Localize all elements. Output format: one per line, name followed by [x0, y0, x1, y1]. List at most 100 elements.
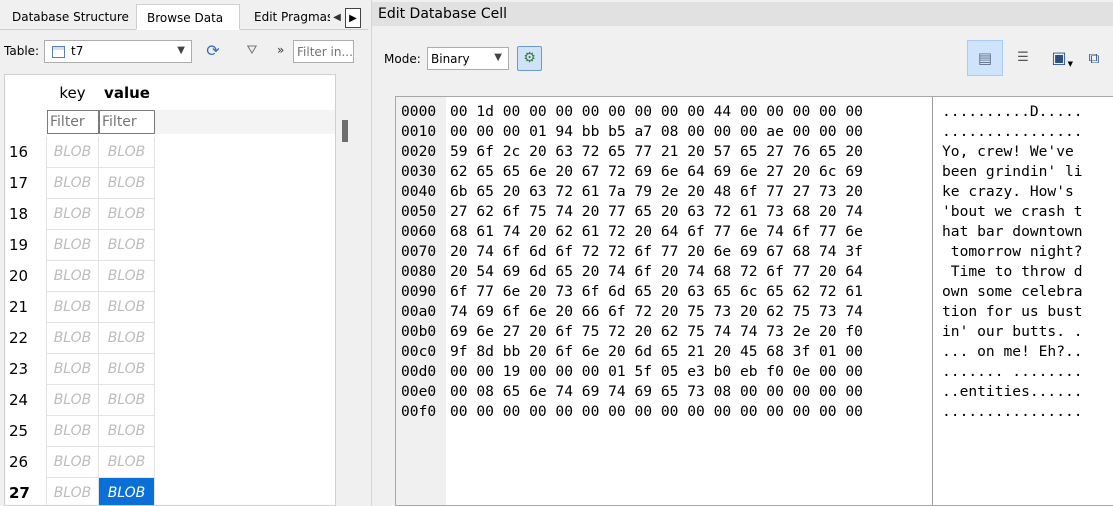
column-header-key[interactable]: key: [46, 79, 99, 107]
value-cell[interactable]: BLOB: [99, 168, 155, 199]
key-cell[interactable]: BLOB: [46, 261, 99, 292]
hex-bytes-line[interactable]: 27 62 6f 75 74 20 77 65 20 63 72 61 73 6…: [450, 202, 863, 222]
row-number[interactable]: 24: [5, 385, 46, 416]
value-cell[interactable]: BLOB: [99, 261, 155, 292]
value-cell[interactable]: BLOB: [99, 199, 155, 230]
value-cell[interactable]: BLOB: [99, 230, 155, 261]
column-header-value[interactable]: value: [99, 79, 155, 107]
hex-ascii-line[interactable]: ................: [942, 402, 1083, 422]
value-column-filter[interactable]: [99, 110, 155, 134]
table-row[interactable]: 18 BLOB BLOB: [5, 199, 335, 230]
hex-ascii-line[interactable]: ................: [942, 122, 1083, 142]
hex-ascii-line[interactable]: ke crazy. How's: [942, 182, 1083, 202]
hex-bytes-line[interactable]: 6b 65 20 63 72 61 7a 79 2e 20 48 6f 77 2…: [450, 182, 863, 202]
key-column-filter[interactable]: [47, 110, 99, 134]
row-number[interactable]: 19: [5, 230, 46, 261]
table-row[interactable]: 26 BLOB BLOB: [5, 447, 335, 478]
hex-ascii-line[interactable]: ....... ........: [942, 362, 1083, 382]
mode-select[interactable]: Binary ▼: [427, 47, 509, 70]
table-row[interactable]: 23 BLOB BLOB: [5, 354, 335, 385]
hex-bytes-line[interactable]: 00 1d 00 00 00 00 00 00 00 00 44 00 00 0…: [450, 102, 863, 122]
grid-vertical-scrollbar[interactable]: [336, 74, 356, 506]
key-cell[interactable]: BLOB: [46, 416, 99, 447]
hex-ascii-line[interactable]: ..........D.....: [942, 102, 1083, 122]
word-wrap-icon[interactable]: ☰: [1013, 48, 1033, 68]
row-number[interactable]: 20: [5, 261, 46, 292]
tab-scroll-left-icon[interactable]: ◀: [329, 8, 345, 28]
auto-switch-mode-icon[interactable]: ⚙: [517, 46, 542, 71]
row-number[interactable]: 21: [5, 292, 46, 323]
hex-bytes-line[interactable]: 62 65 65 6e 20 67 72 69 6e 64 69 6e 27 2…: [450, 162, 863, 182]
row-number[interactable]: 17: [5, 168, 46, 199]
hex-bytes-line[interactable]: 20 74 6f 6d 6f 72 72 6f 77 20 6e 69 67 6…: [450, 242, 863, 262]
table-row[interactable]: 27 BLOB BLOB: [5, 478, 335, 505]
key-cell[interactable]: BLOB: [46, 199, 99, 230]
value-cell[interactable]: BLOB: [99, 292, 155, 323]
tab-browse-data[interactable]: Browse Data: [136, 4, 240, 30]
value-cell[interactable]: BLOB: [99, 137, 155, 168]
row-number[interactable]: 16: [5, 137, 46, 168]
hex-bytes-line[interactable]: 00 00 00 00 00 00 00 00 00 00 00 00 00 0…: [450, 402, 863, 422]
key-cell[interactable]: BLOB: [46, 137, 99, 168]
row-number[interactable]: 25: [5, 416, 46, 447]
row-number[interactable]: 23: [5, 354, 46, 385]
value-cell[interactable]: BLOB: [99, 385, 155, 416]
hex-bytes-line[interactable]: 69 6e 27 20 6f 75 72 20 62 75 74 74 73 2…: [450, 322, 863, 342]
hex-ascii-line[interactable]: ..entities......: [942, 382, 1083, 402]
key-cell[interactable]: BLOB: [46, 354, 99, 385]
hex-ascii-line[interactable]: hat bar downtown: [942, 222, 1083, 242]
hex-bytes-line[interactable]: 74 69 6f 6e 20 66 6f 72 20 75 73 20 62 7…: [450, 302, 863, 322]
hex-ascii-line[interactable]: Time to throw d: [942, 262, 1083, 282]
scrollbar-thumb[interactable]: [342, 120, 348, 142]
value-cell[interactable]: BLOB: [99, 416, 155, 447]
hex-bytes-line[interactable]: 6f 77 6e 20 73 6f 6d 65 20 63 65 6c 65 6…: [450, 282, 863, 302]
table-row[interactable]: 25 BLOB BLOB: [5, 416, 335, 447]
export-dropdown-icon[interactable]: ▼: [1068, 54, 1073, 74]
value-cell[interactable]: BLOB: [99, 447, 155, 478]
key-cell[interactable]: BLOB: [46, 168, 99, 199]
table-row[interactable]: 19 BLOB BLOB: [5, 230, 335, 261]
clear-filter-icon[interactable]: ⛛: [243, 42, 261, 60]
hex-bytes-line[interactable]: 59 6f 2c 20 63 72 65 77 21 20 57 65 27 7…: [450, 142, 863, 162]
import-icon[interactable]: ⧉: [1083, 48, 1105, 68]
text-mode-icon[interactable]: ▤: [967, 40, 1003, 76]
tab-database-structure[interactable]: Database Structure: [2, 4, 136, 30]
hex-bytes-line[interactable]: 68 61 74 20 62 61 72 20 64 6f 77 6e 74 6…: [450, 222, 863, 242]
key-cell[interactable]: BLOB: [46, 230, 99, 261]
table-select[interactable]: t7 ▼: [44, 40, 192, 63]
key-cell[interactable]: BLOB: [46, 478, 99, 505]
filter-in-any-column-input[interactable]: [293, 40, 354, 63]
table-row[interactable]: 17 BLOB BLOB: [5, 168, 335, 199]
key-cell[interactable]: BLOB: [46, 292, 99, 323]
row-number[interactable]: 22: [5, 323, 46, 354]
row-number[interactable]: 18: [5, 199, 46, 230]
key-cell[interactable]: BLOB: [46, 323, 99, 354]
hex-bytes-line[interactable]: 00 00 00 01 94 bb b5 a7 08 00 00 00 ae 0…: [450, 122, 863, 142]
hex-ascii-line[interactable]: tomorrow night?: [942, 242, 1083, 262]
hex-ascii-line[interactable]: tion for us bust: [942, 302, 1083, 322]
hex-ascii-line[interactable]: own some celebra: [942, 282, 1083, 302]
hex-bytes-line[interactable]: 00 08 65 6e 74 69 74 69 65 73 08 00 00 0…: [450, 382, 863, 402]
selected-value-cell[interactable]: BLOB: [99, 478, 155, 505]
value-cell[interactable]: BLOB: [99, 354, 155, 385]
key-cell[interactable]: BLOB: [46, 447, 99, 478]
row-number[interactable]: 26: [5, 447, 46, 478]
key-cell[interactable]: BLOB: [46, 385, 99, 416]
table-row[interactable]: 21 BLOB BLOB: [5, 292, 335, 323]
hex-ascii-line[interactable]: Yo, crew! We've: [942, 142, 1083, 162]
hex-ascii-line[interactable]: ... on me! Eh?..: [942, 342, 1083, 362]
more-toolbar-button[interactable]: »: [277, 43, 284, 57]
hex-bytes-column[interactable]: 00 1d 00 00 00 00 00 00 00 00 44 00 00 0…: [446, 97, 932, 505]
value-cell[interactable]: BLOB: [99, 323, 155, 354]
hex-bytes-line[interactable]: 00 00 19 00 00 00 01 5f 05 e3 b0 eb f0 0…: [450, 362, 863, 382]
hex-ascii-column[interactable]: ..........D..................... Yo, crew…: [932, 97, 1113, 505]
hex-bytes-line[interactable]: 9f 8d bb 20 6f 6e 20 6d 65 21 20 45 68 3…: [450, 342, 863, 362]
hex-ascii-line[interactable]: been grindin' li: [942, 162, 1083, 182]
table-row[interactable]: 16 BLOB BLOB: [5, 137, 335, 168]
export-icon[interactable]: ▣ ▼: [1047, 48, 1073, 70]
hex-editor[interactable]: 0000 0010 0020 0030 0040 0050 0060 0070 0080 0090…: [395, 96, 1113, 506]
table-row[interactable]: 20 BLOB BLOB: [5, 261, 335, 292]
table-row[interactable]: 24 BLOB BLOB: [5, 385, 335, 416]
hex-ascii-line[interactable]: in' our butts. .: [942, 322, 1083, 342]
row-number[interactable]: 27: [5, 478, 46, 505]
